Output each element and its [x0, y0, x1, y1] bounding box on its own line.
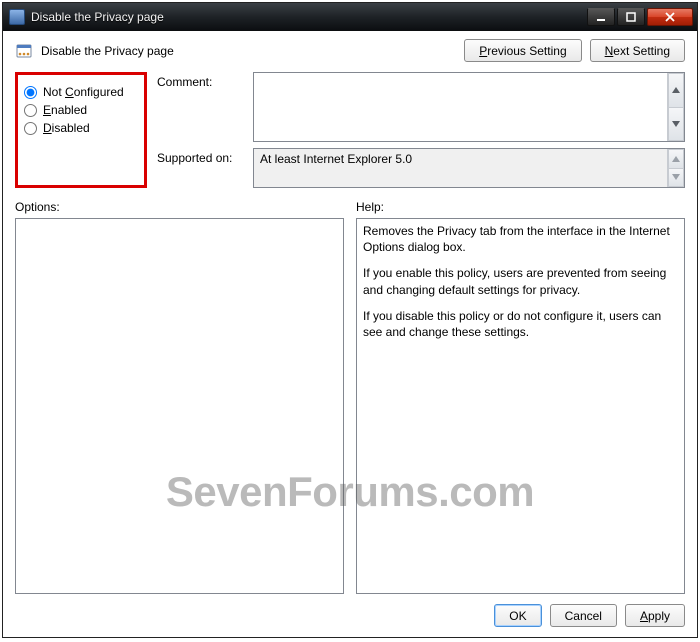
meta-grid: Comment: Supported on: At least Internet…: [157, 72, 685, 188]
window-frame: Disable the Privacy page Disable the Pri…: [2, 2, 698, 638]
previous-tail: revious Setting: [487, 44, 566, 58]
radio-enabled-input[interactable]: [24, 104, 37, 117]
client-area: Disable the Privacy page Previous Settin…: [3, 31, 697, 637]
radio-disabled[interactable]: Disabled: [24, 121, 138, 135]
policy-title: Disable the Privacy page: [41, 44, 456, 58]
radio-not-configured-label: Not Configured: [43, 85, 124, 99]
supported-scroll: [667, 149, 684, 187]
help-paragraph: If you enable this policy, users are pre…: [363, 265, 678, 297]
previous-setting-button[interactable]: Previous Setting: [464, 39, 581, 62]
window-title: Disable the Privacy page: [31, 10, 587, 24]
minimize-button[interactable]: [587, 8, 615, 26]
supported-value: At least Internet Explorer 5.0: [254, 149, 667, 169]
maximize-button[interactable]: [617, 8, 645, 26]
help-panel: Removes the Privacy tab from the interfa…: [356, 218, 685, 594]
radio-disabled-input[interactable]: [24, 122, 37, 135]
options-label: Options:: [15, 200, 344, 214]
help-paragraph: Removes the Privacy tab from the interfa…: [363, 223, 678, 255]
ok-button[interactable]: OK: [494, 604, 541, 627]
footer-buttons: OK Cancel Apply: [15, 604, 685, 627]
comment-label: Comment:: [157, 72, 247, 89]
next-tail: ext Setting: [613, 44, 670, 58]
comment-field-wrap: [253, 72, 685, 142]
scroll-up-icon[interactable]: [668, 73, 684, 107]
supported-field-wrap: At least Internet Explorer 5.0: [253, 148, 685, 188]
radio-not-configured[interactable]: Not Configured: [24, 85, 138, 99]
lower-panels: Options: Help: Removes the Privacy tab f…: [15, 200, 685, 594]
minimize-icon: [596, 12, 606, 22]
policy-icon: [15, 42, 33, 60]
comment-textarea[interactable]: [254, 73, 667, 141]
options-column: Options:: [15, 200, 344, 594]
radio-enabled[interactable]: Enabled: [24, 103, 138, 117]
window-buttons: [587, 8, 693, 26]
cancel-button[interactable]: Cancel: [550, 604, 617, 627]
supported-label: Supported on:: [157, 148, 247, 165]
setting-radio-group: Not Configured Enabled Disabled: [15, 72, 147, 188]
scroll-down-icon[interactable]: [668, 168, 684, 188]
radio-not-configured-input[interactable]: [24, 86, 37, 99]
help-column: Help: Removes the Privacy tab from the i…: [356, 200, 685, 594]
maximize-icon: [626, 12, 636, 22]
radio-enabled-label: Enabled: [43, 103, 87, 117]
top-grid: Not Configured Enabled Disabled Comment:: [15, 72, 685, 188]
close-button[interactable]: [647, 8, 693, 26]
close-icon: [664, 12, 676, 22]
options-panel: [15, 218, 344, 594]
comment-scroll: [667, 73, 684, 141]
app-icon: [9, 9, 25, 25]
apply-tail: pply: [648, 609, 670, 623]
radio-disabled-label: Disabled: [43, 121, 90, 135]
header-row: Disable the Privacy page Previous Settin…: [15, 39, 685, 62]
help-label: Help:: [356, 200, 685, 214]
apply-button[interactable]: Apply: [625, 604, 685, 627]
scroll-down-icon[interactable]: [668, 107, 684, 142]
next-setting-button[interactable]: Next Setting: [590, 39, 685, 62]
titlebar[interactable]: Disable the Privacy page: [3, 3, 697, 31]
scroll-up-icon[interactable]: [668, 149, 684, 168]
help-paragraph: If you disable this policy or do not con…: [363, 308, 678, 340]
